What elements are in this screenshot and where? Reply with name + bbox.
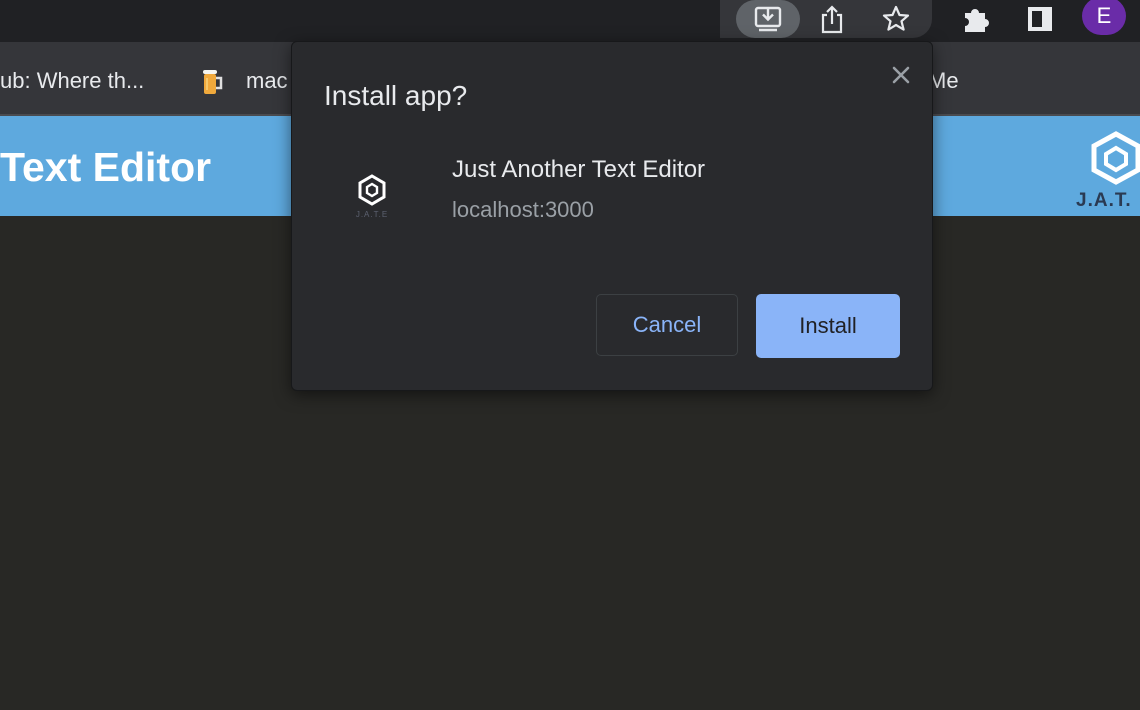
- install-app-icon: [754, 6, 782, 32]
- app-icon-text: J.A.T.E: [355, 210, 389, 219]
- bookmark-item[interactable]: ub: Where th...: [0, 68, 144, 94]
- install-app-dialog: Install app? J.A.T.E Just Another Text E…: [291, 41, 933, 391]
- page-title: Text Editor: [0, 144, 212, 190]
- dialog-title: Install app?: [324, 80, 468, 111]
- share-button[interactable]: [813, 0, 851, 38]
- page-logo-text: J.A.T.: [1076, 190, 1132, 211]
- side-panel-button[interactable]: [1021, 0, 1059, 38]
- app-icon: J.A.T.E: [344, 170, 400, 226]
- browser-toolbar: E: [0, 0, 1140, 42]
- cancel-button[interactable]: Cancel: [596, 294, 738, 356]
- extensions-puzzle-icon: [965, 9, 989, 32]
- install-button[interactable]: Install: [756, 294, 900, 358]
- close-icon: [892, 66, 910, 84]
- bookmark-star-button[interactable]: [877, 0, 915, 38]
- side-panel-icon: [1028, 7, 1052, 31]
- bookmark-star-icon: [882, 5, 910, 31]
- jate-logo-icon: [1091, 131, 1140, 185]
- beer-mug-icon: [203, 70, 223, 94]
- share-icon: [821, 5, 843, 34]
- extensions-button[interactable]: [957, 0, 995, 38]
- profile-avatar[interactable]: E: [1082, 0, 1126, 35]
- bookmark-item[interactable]: mac: [246, 68, 288, 94]
- jate-logo-icon: [358, 174, 386, 206]
- close-button[interactable]: [886, 60, 916, 90]
- app-origin: localhost:3000: [452, 197, 594, 222]
- install-app-button[interactable]: [736, 0, 800, 38]
- page-logo: J.A.T.: [1072, 126, 1140, 216]
- app-name: Just Another Text Editor: [452, 156, 706, 183]
